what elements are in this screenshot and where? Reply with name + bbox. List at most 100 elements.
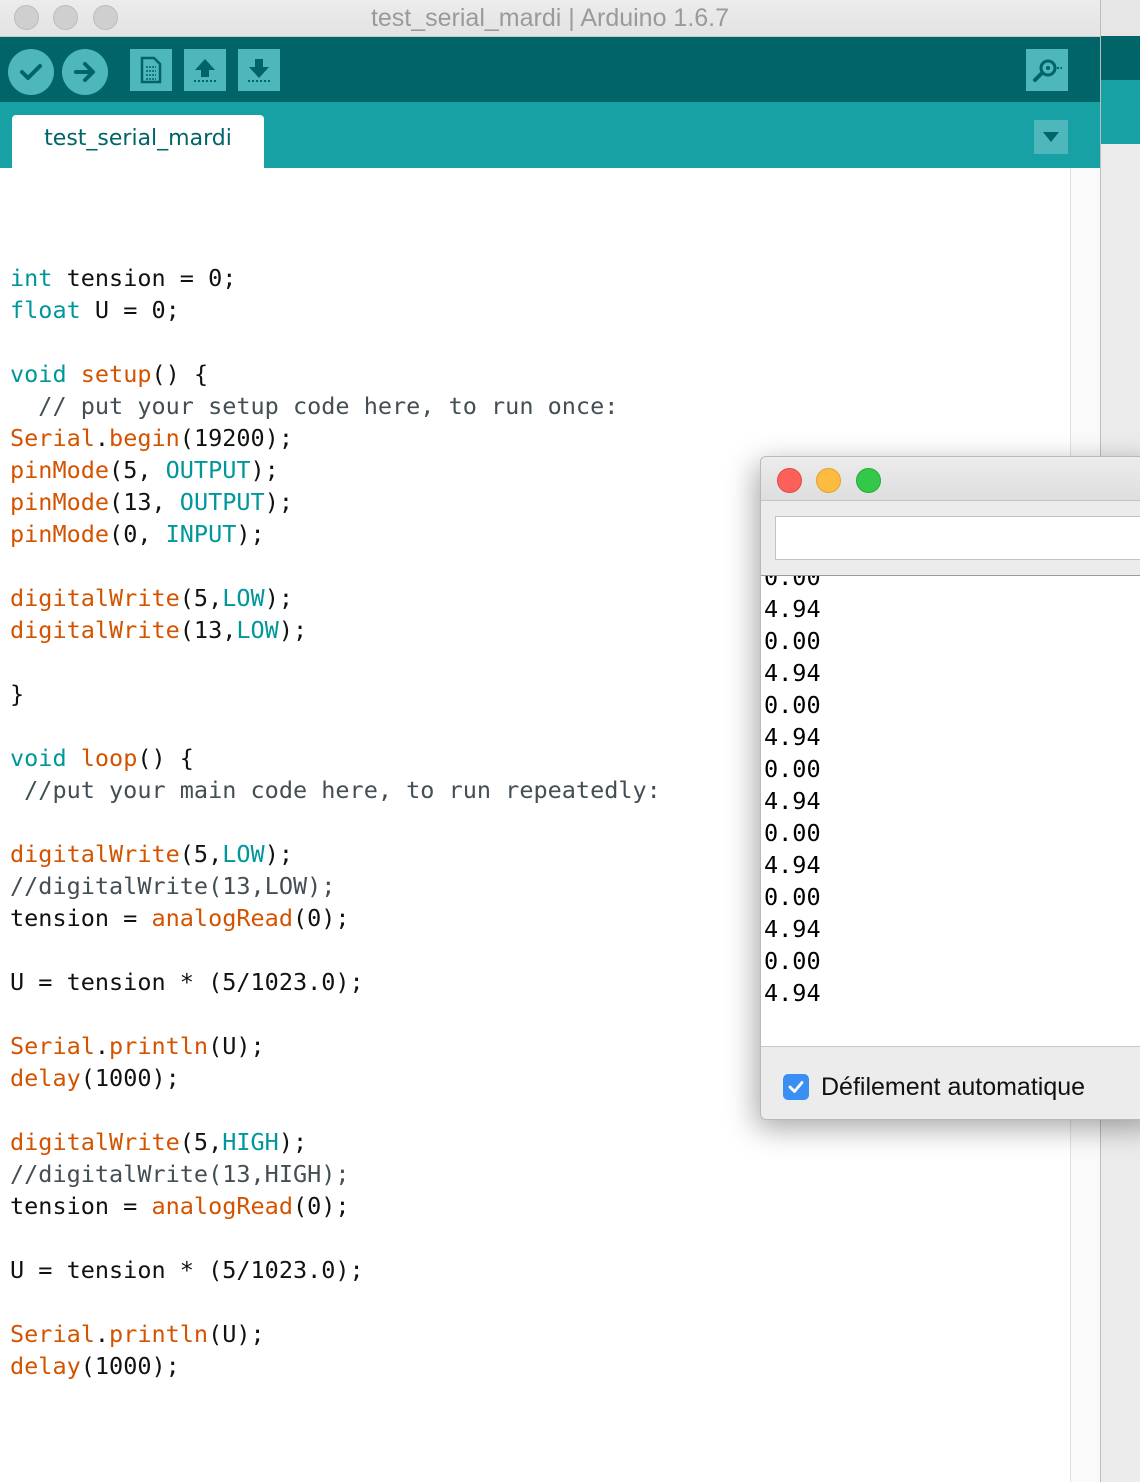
code-token: HIGH xyxy=(222,1128,279,1156)
code-token: pinMode xyxy=(10,456,110,484)
tab-menu-button[interactable] xyxy=(1034,120,1068,154)
serial-output-lines: 0.00 4.94 0.00 4.94 0.00 4.94 0.00 4.94 0.00 4.94… xyxy=(764,575,821,1009)
code-token: (0); xyxy=(292,1192,350,1220)
code-token: println xyxy=(109,1320,209,1348)
code-token: pinMode xyxy=(10,520,110,548)
code-line: digitalWrite(5,LOW); xyxy=(10,838,661,870)
serial-output-line: 4.94 xyxy=(764,595,821,623)
code-line: //digitalWrite(13,HIGH); xyxy=(10,1158,661,1190)
serial-output-line: 0.00 xyxy=(764,691,821,719)
code-token: digitalWrite xyxy=(10,616,180,644)
title-bar[interactable]: test_serial_mardi | Arduino 1.6.7 xyxy=(0,0,1100,37)
code-line: //digitalWrite(13,LOW); xyxy=(10,870,661,902)
code-line: tension = analogRead(0); xyxy=(10,1190,661,1222)
code-token: tension = xyxy=(10,904,152,932)
code-token: pinMode xyxy=(10,488,110,516)
code-token: LOW xyxy=(222,584,265,612)
background-window-tabbar xyxy=(1101,80,1140,144)
serial-send-input[interactable] xyxy=(775,516,1140,560)
magnifier-icon xyxy=(1033,59,1062,82)
tab-bar: test_serial_mardi xyxy=(0,102,1100,170)
code-token: (U); xyxy=(208,1320,265,1348)
verify-button[interactable] xyxy=(8,49,54,95)
code-line: Serial.begin(19200); xyxy=(10,422,661,454)
code-token: digitalWrite xyxy=(10,1128,180,1156)
code-token: delay xyxy=(10,1352,81,1380)
code-line: pinMode(13, OUTPUT); xyxy=(10,486,661,518)
background-window-toolbar xyxy=(1101,36,1140,80)
serial-monitor-title-bar[interactable] xyxy=(761,457,1140,501)
code-token: U = tension * (5/1023.0); xyxy=(10,968,364,996)
upload-button[interactable] xyxy=(62,49,108,95)
serial-minimize-button[interactable] xyxy=(816,468,841,493)
code-line: U = tension * (5/1023.0); xyxy=(10,966,661,998)
code-token: ); xyxy=(278,616,308,644)
code-line: Serial.println(U); xyxy=(10,1030,661,1062)
code-line: U = tension * (5/1023.0); xyxy=(10,1254,661,1286)
code-line: } xyxy=(10,678,661,710)
code-line: Serial.println(U); xyxy=(10,1318,661,1350)
code-line: digitalWrite(5,HIGH); xyxy=(10,1126,661,1158)
autoscroll-checkbox[interactable] xyxy=(783,1074,809,1100)
code-line: // put your setup code here, to run once… xyxy=(10,390,661,422)
code-token: (0, xyxy=(109,520,166,548)
serial-close-button[interactable] xyxy=(777,468,802,493)
arrow-down-icon xyxy=(248,59,270,82)
background-window-titlebar xyxy=(1101,0,1140,36)
serial-output-line: 4.94 xyxy=(764,851,821,879)
code-line: void loop() { xyxy=(10,742,661,774)
serial-output-line: 4.94 xyxy=(764,787,821,815)
new-sketch-button[interactable] xyxy=(130,49,172,91)
code-token: . xyxy=(94,1320,110,1348)
code-token: (U); xyxy=(208,1032,265,1060)
serial-monitor-button[interactable] xyxy=(1026,49,1068,91)
autoscroll-toggle[interactable]: Défilement automatique xyxy=(783,1071,1085,1103)
code-token: // put your setup code here, to run once… xyxy=(10,392,619,420)
code-token: (0); xyxy=(292,904,350,932)
code-token: (13, xyxy=(179,616,237,644)
code-token: (13, xyxy=(109,488,180,516)
serial-output-line: 4.94 xyxy=(764,723,821,751)
code-token: () { xyxy=(151,360,209,388)
code-token: float xyxy=(10,296,81,324)
code-token: delay xyxy=(10,1064,81,1092)
code-line: pinMode(5, OUTPUT); xyxy=(10,454,661,486)
code-token: LOW xyxy=(236,616,279,644)
serial-output[interactable]: 0.00 4.94 0.00 4.94 0.00 4.94 0.00 4.94 0.00 4.94… xyxy=(761,575,1140,1047)
code-token: INPUT xyxy=(165,520,237,548)
code-line: void setup() { xyxy=(10,358,661,390)
screen: test_serial_mardi | Arduino 1.6.7 test_s… xyxy=(0,0,1140,1482)
serial-zoom-button[interactable] xyxy=(856,468,881,493)
code-token: analogRead xyxy=(151,1192,293,1220)
code-token: Serial xyxy=(10,1032,95,1060)
arrow-up-icon xyxy=(194,59,216,82)
code-line: float U = 0; xyxy=(10,294,661,326)
code-token: digitalWrite xyxy=(10,584,180,612)
code-token: (1000); xyxy=(80,1064,180,1092)
code-token: (5, xyxy=(179,584,223,612)
serial-output-line: 0.00 xyxy=(764,575,821,591)
code-token: ); xyxy=(278,1128,308,1156)
serial-output-line: 0.00 xyxy=(764,755,821,783)
checkmark-icon xyxy=(788,1081,804,1093)
code-line: tension = analogRead(0); xyxy=(10,902,661,934)
check-icon xyxy=(20,64,42,80)
serial-output-line: 0.00 xyxy=(764,947,821,975)
document-icon xyxy=(140,56,162,84)
tab-test-serial-mardi[interactable]: test_serial_mardi xyxy=(12,115,264,170)
code-line: //put your main code here, to run repeat… xyxy=(10,774,661,806)
code-token: tension = xyxy=(10,1192,152,1220)
code-token: Serial xyxy=(10,424,95,452)
open-sketch-button[interactable] xyxy=(184,49,226,91)
code-token: (19200); xyxy=(179,424,293,452)
save-sketch-button[interactable] xyxy=(238,49,280,91)
serial-output-line: 0.00 xyxy=(764,819,821,847)
code-token: //digitalWrite(13,HIGH); xyxy=(10,1160,350,1188)
code-token: (5, xyxy=(109,456,166,484)
code-token: tension = 0; xyxy=(52,264,237,292)
